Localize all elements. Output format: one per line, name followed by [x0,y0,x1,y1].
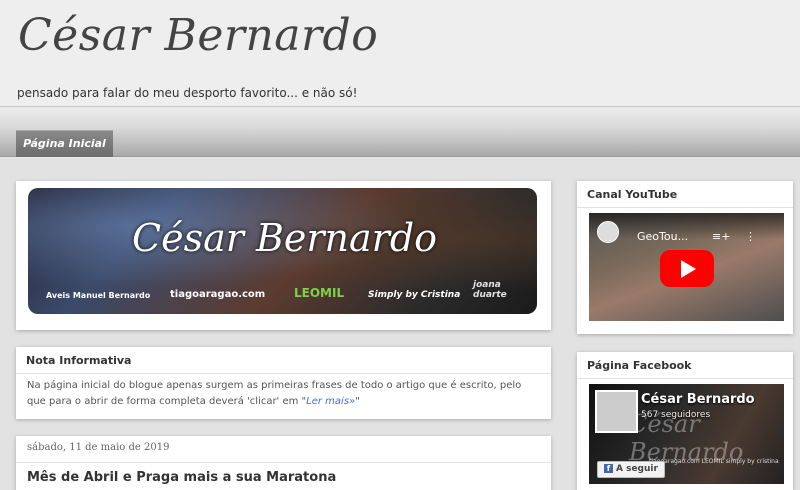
banner-title: César Bernardo [132,216,438,260]
read-more-link[interactable]: Ler mais» [306,396,355,407]
blog-description: pensado para falar do meu desporto favor… [17,86,358,100]
follow-button[interactable]: fA seguir [597,461,665,478]
divider [16,462,551,463]
facebook-widget: Página Facebook César Bernardo César Ber… [577,352,793,490]
video-title[interactable]: GeoTou... [637,230,688,243]
widget-title: Página Facebook [577,352,793,379]
note-body: Na página inicial do blogue apenas surge… [27,380,522,407]
sponsor-logo: Aveis Manuel Bernardo [46,291,151,300]
sponsor-logo: joana duarte [473,280,507,300]
note-text: Na página inicial do blogue apenas surge… [27,378,539,410]
followers-count: 567 seguidores [641,410,711,420]
sponsor-logo: Simply by Cristina [368,290,461,300]
sponsor-logo: LEOMIL [294,286,345,300]
more-options-icon[interactable]: ⋮ [745,230,756,243]
queue-icon[interactable]: ≡+ [712,230,730,243]
post-card: sábado, 11 de maio de 2019 Mês de Abril … [16,436,551,490]
page-name[interactable]: César Bernardo [641,392,755,407]
tab-home[interactable]: Página Inicial [16,130,113,157]
blog-title[interactable]: César Bernardo [18,10,378,61]
info-note-widget: Nota Informativa Na página inicial do bl… [16,347,551,419]
header-banner-card: César Bernardo Aveis Manuel Bernardo tia… [16,181,551,330]
youtube-video-embed[interactable]: GeoTou... ≡+ ⋮ [589,213,784,321]
banner-image[interactable]: César Bernardo Aveis Manuel Bernardo tia… [28,188,537,314]
sponsor-logo: tiagoaragao.com [170,289,266,300]
note-body-end: " [355,396,360,407]
blog-header: César Bernardo pensado para falar do meu… [0,0,800,107]
follow-label: A seguir [616,464,658,474]
facebook-icon: f [604,464,613,473]
widget-title: Canal YouTube [577,181,793,208]
facebook-page-plugin[interactable]: César Bernardo César Bernardo 567 seguid… [589,384,784,484]
widget-title: Nota Informativa [16,347,551,374]
play-button[interactable] [660,250,714,287]
page-avatar[interactable] [595,390,638,433]
post-date: sábado, 11 de maio de 2019 [27,442,170,453]
youtube-widget: Canal YouTube GeoTou... ≡+ ⋮ [577,181,793,334]
nav-bar: Página Inicial [0,108,800,157]
channel-avatar[interactable] [597,221,619,243]
post-title[interactable]: Mês de Abril e Praga mais a sua Maratona [27,470,336,485]
cover-sponsors: tiagoaragao.com LEOMIL simply by cristin… [649,458,779,465]
